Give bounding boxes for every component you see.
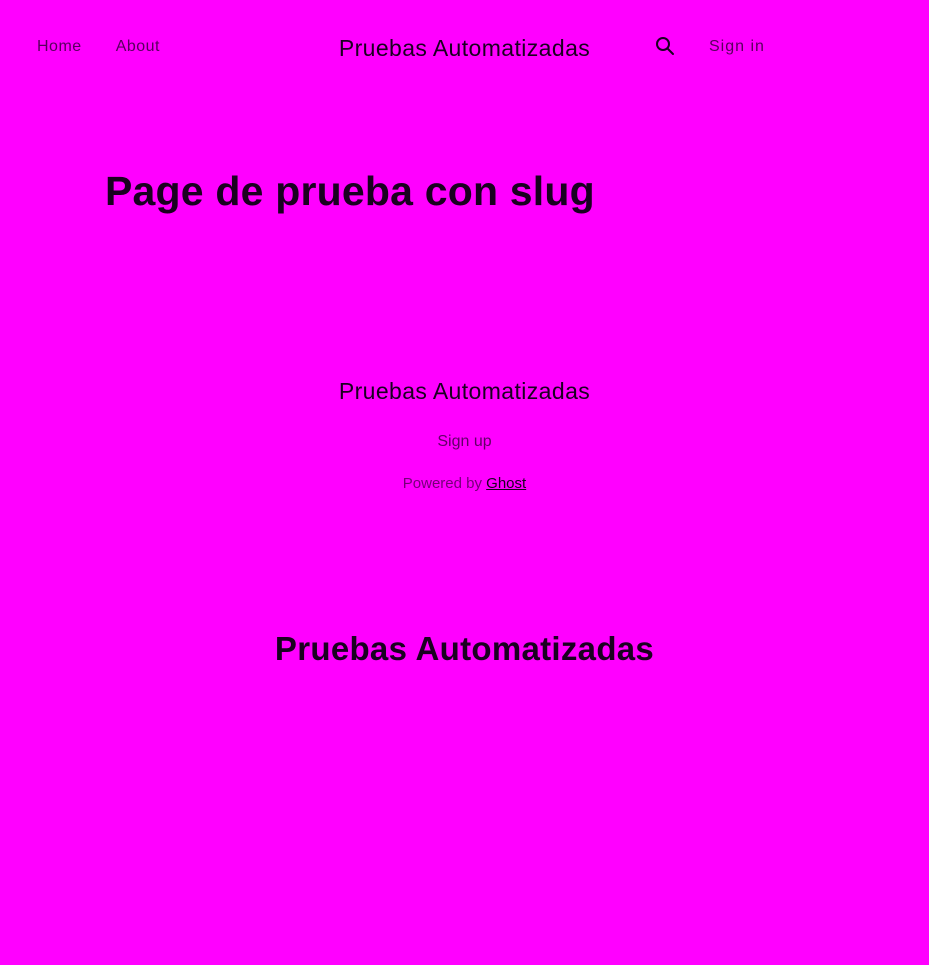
powered-by-label: Powered by xyxy=(402,475,482,492)
header-actions: Sign in xyxy=(655,36,765,58)
page-title: Page de prueba con slug xyxy=(105,168,595,214)
footer-signup-link[interactable]: Sign up xyxy=(437,433,491,451)
search-icon[interactable] xyxy=(655,36,675,58)
ghost-link[interactable]: Ghost xyxy=(486,475,526,492)
brand-heading: Pruebas Automatizadas xyxy=(274,630,655,667)
signin-link[interactable]: Sign in xyxy=(709,38,765,56)
footer-site-title: Pruebas Automatizadas xyxy=(338,378,591,404)
site-header: Home About Pruebas Automatizadas Sign in xyxy=(0,0,929,100)
site-footer: Pruebas Automatizadas Sign up Powered by… xyxy=(0,370,929,492)
powered-by: Powered by Ghost xyxy=(0,475,929,492)
site-title[interactable]: Pruebas Automatizadas xyxy=(0,35,929,62)
